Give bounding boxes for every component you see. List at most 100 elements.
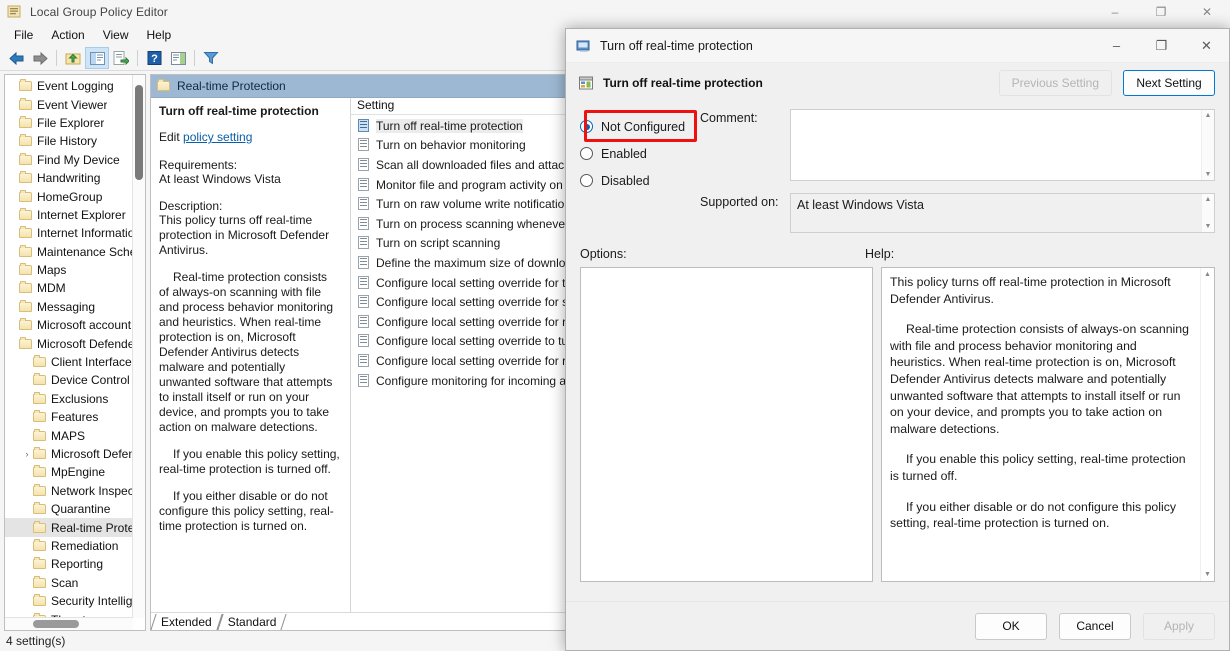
folder-icon — [19, 338, 33, 350]
tree-item[interactable]: Device Control — [5, 371, 145, 389]
content-header-title: Real-time Protection — [177, 79, 286, 93]
folder-icon — [33, 448, 47, 460]
main-window-controls: – ❐ ✕ — [1092, 0, 1230, 24]
menu-file[interactable]: File — [5, 25, 42, 45]
scroll-up-icon[interactable]: ▲ — [1205, 112, 1212, 119]
tree-item[interactable]: Handwriting — [5, 169, 145, 187]
tree-item[interactable]: Internet Explorer — [5, 206, 145, 224]
tree-item[interactable]: Event Viewer — [5, 95, 145, 113]
comment-scrollbar[interactable]: ▲ ▼ — [1201, 110, 1214, 180]
help-scroll-up-icon[interactable]: ▲ — [1204, 271, 1211, 278]
tree-item[interactable]: Remediation — [5, 537, 145, 555]
scroll-up-icon-2[interactable]: ▲ — [1205, 196, 1212, 203]
minimize-button[interactable]: – — [1092, 0, 1138, 24]
menu-action[interactable]: Action — [42, 25, 93, 45]
radio-enabled-indicator[interactable] — [580, 147, 593, 160]
tree-item[interactable]: Messaging — [5, 298, 145, 316]
tree-item[interactable]: Client Interface — [5, 353, 145, 371]
forward-arrow-icon[interactable] — [28, 47, 52, 69]
requirements-value: At least Windows Vista — [159, 172, 340, 187]
tree-item[interactable]: Reporting — [5, 555, 145, 573]
tree-item-label: Event Viewer — [37, 98, 107, 112]
tree-item[interactable]: File History — [5, 132, 145, 150]
folder-icon — [19, 172, 33, 184]
dialog-close-button[interactable]: ✕ — [1184, 29, 1229, 62]
show-hide-action-pane-icon[interactable] — [166, 47, 190, 69]
tree-item[interactable]: Scan — [5, 574, 145, 592]
tree-item-label: Quarantine — [51, 502, 110, 516]
requirements-label: Requirements: — [159, 158, 340, 172]
help-icon[interactable]: ? — [142, 47, 166, 69]
settings-list-row-label: Monitor file and program activity on — [376, 178, 563, 192]
help-scrollbar[interactable]: ▲ ▼ — [1200, 268, 1214, 581]
tree-vscroll-thumb[interactable] — [135, 85, 143, 180]
tree-item[interactable]: MDM — [5, 279, 145, 297]
folder-icon — [33, 411, 47, 423]
tree-item[interactable]: Find My Device — [5, 151, 145, 169]
dialog-minimize-button[interactable]: – — [1094, 29, 1139, 62]
radio-not-configured[interactable]: Not Configured — [580, 113, 700, 140]
back-arrow-icon[interactable] — [4, 47, 28, 69]
tree-item[interactable]: Microsoft Defender — [5, 334, 145, 352]
comment-input[interactable]: ▲ ▼ — [790, 109, 1215, 181]
tab-extended[interactable]: Extended — [153, 614, 220, 630]
folder-icon — [19, 209, 33, 221]
apply-button[interactable]: Apply — [1143, 613, 1215, 640]
tree-item[interactable]: File Explorer — [5, 114, 145, 132]
close-button[interactable]: ✕ — [1184, 0, 1230, 24]
tree-item[interactable]: Features — [5, 408, 145, 426]
radio-disabled-indicator[interactable] — [580, 174, 593, 187]
tree-item[interactable]: HomeGroup — [5, 187, 145, 205]
dialog-maximize-button[interactable]: ❐ — [1139, 29, 1184, 62]
up-folder-icon[interactable] — [61, 47, 85, 69]
tree-item[interactable]: Maintenance Sched — [5, 243, 145, 261]
tree-item[interactable]: MpEngine — [5, 463, 145, 481]
tree-item[interactable]: Real-time Protec — [5, 518, 145, 536]
options-panel[interactable] — [580, 267, 873, 582]
radio-enabled[interactable]: Enabled — [580, 140, 700, 167]
help-paragraph-4: If you either disable or do not configur… — [890, 499, 1190, 532]
settings-list-row-label: Turn on behavior monitoring — [376, 138, 526, 152]
radio-not-configured-indicator[interactable] — [580, 120, 593, 133]
supported-on-scrollbar[interactable]: ▲ ▼ — [1201, 194, 1214, 232]
tree-item[interactable]: ›Microsoft Defen — [5, 445, 145, 463]
tree-vertical-scrollbar[interactable] — [132, 75, 145, 618]
show-hide-console-tree-icon[interactable] — [85, 47, 109, 69]
menu-view[interactable]: View — [94, 25, 138, 45]
panel-labels-row: Options: Help: — [580, 247, 1215, 261]
chevron-right-icon[interactable]: › — [21, 449, 33, 459]
scroll-down-icon[interactable]: ▼ — [1205, 171, 1212, 178]
tree-item[interactable]: Security Intellige — [5, 592, 145, 610]
radio-disabled[interactable]: Disabled — [580, 167, 700, 194]
tree-item[interactable]: Event Logging — [5, 77, 145, 95]
policy-setting-link[interactable]: policy setting — [183, 130, 252, 144]
svg-text:?: ? — [151, 53, 158, 65]
export-list-icon[interactable] — [109, 47, 133, 69]
tree-item[interactable]: Microsoft account — [5, 316, 145, 334]
tab-standard[interactable]: Standard — [220, 614, 285, 630]
help-scroll-down-icon[interactable]: ▼ — [1204, 571, 1211, 578]
ok-button[interactable]: OK — [975, 613, 1047, 640]
tree-item[interactable]: Exclusions — [5, 390, 145, 408]
tree-item[interactable]: Network Inspect — [5, 482, 145, 500]
tree-item-label: HomeGroup — [37, 190, 102, 204]
menu-help[interactable]: Help — [138, 25, 181, 45]
tree-hscroll-thumb[interactable] — [33, 620, 79, 628]
settings-list-row-label: Configure local setting override for r — [376, 315, 566, 329]
description-paragraph-1: This policy turns off real-time protecti… — [159, 213, 340, 258]
main-titlebar: Local Group Policy Editor – ❐ ✕ — [0, 0, 1230, 24]
previous-setting-button[interactable]: Previous Setting — [999, 70, 1112, 96]
tree-horizontal-scrollbar[interactable] — [5, 617, 133, 630]
folder-icon — [19, 80, 33, 92]
tree-item[interactable]: Quarantine — [5, 500, 145, 518]
tree-item[interactable]: MAPS — [5, 426, 145, 444]
cancel-button[interactable]: Cancel — [1059, 613, 1131, 640]
next-setting-button[interactable]: Next Setting — [1123, 70, 1215, 96]
tree-item[interactable]: Internet Information — [5, 224, 145, 242]
policy-setting-icon — [357, 276, 370, 290]
settings-list-row-label: Configure local setting override to tu — [376, 334, 568, 348]
tree-item[interactable]: Maps — [5, 261, 145, 279]
filter-icon[interactable] — [199, 47, 223, 69]
maximize-button[interactable]: ❐ — [1138, 0, 1184, 24]
scroll-down-icon-2[interactable]: ▼ — [1205, 223, 1212, 230]
